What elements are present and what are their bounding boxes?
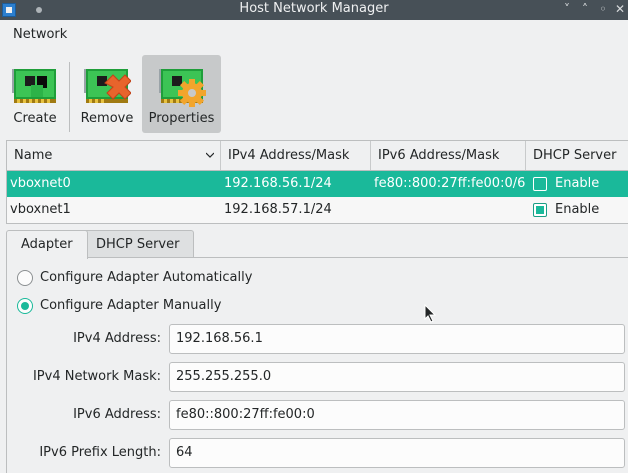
adapter-panel: Configure Adapter Automatically Configur… [6, 257, 628, 473]
properties-label: Properties [148, 111, 215, 126]
remove-label: Remove [80, 111, 134, 126]
column-header-label: DHCP Server [533, 148, 617, 163]
row-ipv6: fe80::800:27ff:fe00:0/64 [374, 176, 526, 191]
properties-button[interactable]: Properties [142, 55, 221, 133]
menu-bar: Network [0, 22, 628, 48]
column-header-ipv6[interactable]: IPv6 Address/Mask [371, 141, 526, 170]
configure-auto-radio[interactable] [17, 270, 33, 286]
menu-network[interactable]: Network [7, 27, 73, 42]
minimize-icon[interactable]: ˄ [578, 2, 592, 16]
ipv6-prefix-field[interactable]: 64 [169, 438, 625, 468]
dhcp-enable-checkbox[interactable] [533, 203, 547, 217]
window-title: Host Network Manager [239, 1, 389, 16]
dhcp-enable-checkbox[interactable] [533, 177, 547, 191]
ipv4-address-field[interactable]: 192.168.56.1 [169, 324, 625, 354]
maximize-icon[interactable]: ◦ [596, 2, 610, 16]
column-header-ipv4[interactable]: IPv4 Address/Mask [221, 141, 371, 170]
row-name: vboxnet0 [10, 176, 71, 191]
column-header-dhcp[interactable]: DHCP Server [526, 141, 628, 170]
title-bar[interactable]: Host Network Manager ˅ ˄ ◦ ✕ [0, 0, 628, 20]
configure-manual-radio[interactable] [17, 298, 33, 314]
mouse-cursor-icon [424, 304, 437, 323]
toolbar-separator [69, 62, 70, 132]
create-button[interactable]: Create [7, 55, 63, 133]
column-header-label: Name [14, 148, 53, 163]
close-icon[interactable]: ✕ [613, 2, 627, 16]
ipv4-mask-field[interactable]: 255.255.255.0 [169, 362, 625, 392]
toolbar: Create Remove Properties [0, 52, 628, 136]
ipv4-address-label: IPv4 Address: [73, 331, 161, 346]
column-header-name[interactable]: Name [7, 141, 221, 170]
row-ipv4: 192.168.56.1/24 [224, 176, 332, 191]
remove-button[interactable]: Remove [76, 55, 138, 133]
ipv6-address-field[interactable]: fe80::800:27ff:fe00:0 [169, 400, 625, 430]
dhcp-enable-label: Enable [555, 202, 600, 217]
column-header-label: IPv4 Address/Mask [228, 148, 350, 163]
network-card-properties-icon [158, 69, 206, 107]
ipv6-prefix-label: IPv6 Prefix Length: [39, 445, 161, 460]
keep-below-icon[interactable]: ˅ [560, 2, 574, 16]
table-header: Name IPv4 Address/Mask IPv6 Address/Mask… [7, 141, 628, 171]
table-row[interactable]: vboxnet1 192.168.57.1/24 Enable [7, 197, 628, 223]
network-table[interactable]: Name IPv4 Address/Mask IPv6 Address/Mask… [6, 140, 628, 224]
configure-manual-label: Configure Adapter Manually [40, 298, 222, 313]
dhcp-enable-label: Enable [555, 176, 600, 191]
network-card-add-icon [12, 69, 56, 103]
tab-dhcp-server[interactable]: DHCP Server [81, 230, 195, 258]
ipv6-address-label: IPv6 Address: [73, 407, 161, 422]
configure-auto-label: Configure Adapter Automatically [40, 270, 253, 285]
chevron-down-icon [206, 152, 214, 158]
network-card-remove-icon [84, 69, 131, 103]
ipv4-mask-label: IPv4 Network Mask: [32, 369, 161, 384]
row-ipv6 [371, 197, 526, 223]
tab-bar: Adapter DHCP Server [6, 230, 628, 259]
row-name: vboxnet1 [10, 202, 71, 217]
tab-adapter[interactable]: Adapter [6, 230, 88, 259]
row-ipv4: 192.168.57.1/24 [224, 202, 332, 217]
table-row[interactable]: vboxnet0 192.168.56.1/24 fe80::800:27ff:… [7, 171, 628, 197]
create-label: Create [13, 111, 57, 126]
column-header-label: IPv6 Address/Mask [378, 148, 500, 163]
